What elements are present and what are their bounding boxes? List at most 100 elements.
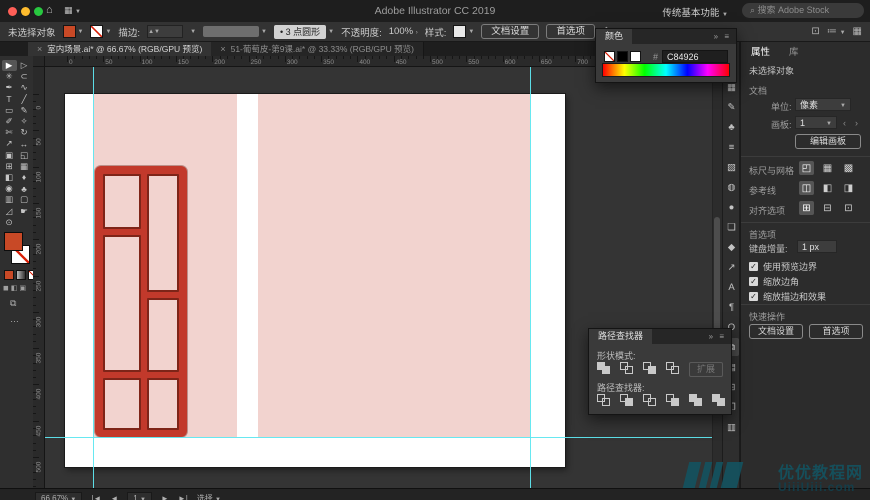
color-panel-header[interactable]: 颜色 » ≡ xyxy=(596,29,736,44)
rulers-option-icon[interactable]: ▦ xyxy=(820,161,835,175)
symbol-sprayer-tool-icon[interactable]: ♣ xyxy=(17,183,32,194)
preference-checkbox[interactable]: ✓ 使用预览边界 xyxy=(749,260,817,273)
color-spectrum-bar[interactable] xyxy=(602,63,730,77)
snap-option-icon[interactable]: ⊟ xyxy=(820,201,835,215)
tab-properties[interactable]: 属性 xyxy=(751,44,770,58)
free-transform-tool-icon[interactable]: ▣ xyxy=(2,150,17,161)
artboard-select[interactable]: 1 ▼ xyxy=(795,116,837,129)
perspective-grid-tool-icon[interactable]: ⊞ xyxy=(2,161,17,172)
zoom-tool-icon[interactable]: ⊙ xyxy=(2,217,17,228)
opacity-value[interactable]: 100% › xyxy=(389,26,418,37)
checkbox-icon[interactable]: ✓ xyxy=(749,292,758,301)
window-pane-shape[interactable] xyxy=(103,235,141,372)
trim-icon[interactable] xyxy=(620,394,635,407)
character-panel-icon[interactable]: A xyxy=(724,278,739,296)
pink-rectangle-shape[interactable] xyxy=(258,94,530,437)
fill-color-control[interactable]: ▼ xyxy=(62,25,83,38)
next-artboard-icon[interactable]: ► xyxy=(161,494,169,500)
outline-icon[interactable] xyxy=(689,394,704,407)
snap-option-icon[interactable]: ⊞ xyxy=(799,201,814,215)
mesh-tool-icon[interactable]: ▦ xyxy=(17,161,32,172)
checkbox-icon[interactable]: ✓ xyxy=(749,277,758,286)
color-panel-controls-icon[interactable]: » ≡ xyxy=(714,29,731,44)
divide-icon[interactable] xyxy=(597,394,612,407)
pencil-tool-icon[interactable]: ✐ xyxy=(2,116,17,127)
style-control[interactable]: ▼ xyxy=(453,25,474,38)
arrange-icon[interactable]: ⊡ xyxy=(811,26,819,37)
color-button[interactable] xyxy=(4,270,14,280)
crop-icon[interactable] xyxy=(666,394,681,407)
stock-search-input[interactable]: ⌕ 搜索 Adobe Stock xyxy=(742,3,864,18)
window-pane-shape[interactable] xyxy=(103,378,141,430)
quick-document-setup-button[interactable]: 文档设置 xyxy=(749,324,803,339)
screen-mode-icon[interactable]: ⧉ xyxy=(10,298,16,309)
edit-artboards-button[interactable]: 编辑画板 xyxy=(795,134,861,149)
rectangle-tool-icon[interactable]: ▭ xyxy=(2,105,17,116)
keyboard-increment-input[interactable]: 1 px xyxy=(797,240,837,253)
eyedropper-tool-icon[interactable]: ♦ xyxy=(17,172,32,183)
grid-icon[interactable]: ▦ xyxy=(853,26,862,37)
canvas[interactable] xyxy=(45,67,722,488)
preference-checkbox[interactable]: ✓ 缩放描边和效果 xyxy=(749,290,826,303)
preference-checkbox[interactable]: ✓ 缩放边角 xyxy=(749,275,799,288)
guides-option-icon[interactable]: ◨ xyxy=(841,181,856,195)
appearance-panel-icon[interactable]: ● xyxy=(724,198,739,216)
vertical-ruler[interactable]: 0 50 100 150 200 250 300 350 400 450 500 xyxy=(33,67,45,488)
guides-option-icon[interactable]: ◫ xyxy=(799,181,814,195)
scrollbar-thumb[interactable] xyxy=(714,217,720,337)
slice-tool-icon[interactable]: ◿ xyxy=(2,205,17,216)
document-setup-button[interactable]: 文档设置 xyxy=(481,24,540,39)
pathfinder-panel-controls-icon[interactable]: » ≡ xyxy=(709,329,726,344)
tab-libraries[interactable]: 库 xyxy=(789,44,799,58)
fill-swatch[interactable] xyxy=(62,25,76,38)
line-segment-tool-icon[interactable]: ╱ xyxy=(17,94,32,105)
exclude-icon[interactable] xyxy=(666,362,681,375)
window-pane-shape[interactable] xyxy=(103,174,141,229)
window-pane-shape[interactable] xyxy=(147,298,179,372)
draw-behind-icon[interactable]: ◧ xyxy=(11,284,18,292)
workspace-icon[interactable]: ≔ ▼ xyxy=(827,26,846,37)
brushes-panel-icon[interactable]: ✎ xyxy=(724,98,739,116)
paragraph-panel-icon[interactable]: ¶ xyxy=(724,298,739,316)
rotate-tool-icon[interactable]: ↻ xyxy=(17,127,32,138)
window-pane-shape[interactable] xyxy=(147,174,179,292)
vertical-scrollbar[interactable] xyxy=(712,67,722,488)
close-tab-icon[interactable]: × xyxy=(220,44,225,54)
info-panel-icon[interactable]: ▥ xyxy=(724,418,739,436)
toolbar-fill-swatch[interactable] xyxy=(4,232,23,251)
type-tool-icon[interactable]: T xyxy=(2,94,17,105)
vertical-guide[interactable] xyxy=(530,67,531,488)
width-profile-control[interactable]: ▼ xyxy=(203,26,267,37)
gradient-button[interactable] xyxy=(16,270,26,280)
none-swatch[interactable] xyxy=(604,51,615,62)
minus-front-icon[interactable] xyxy=(620,362,635,375)
curvature-tool-icon[interactable]: ∿ xyxy=(17,82,32,93)
pathfinder-panel-tab[interactable]: 路径查找器 xyxy=(589,329,653,344)
hand-tool-icon[interactable]: ☛ xyxy=(17,205,32,216)
direct-selection-tool-icon[interactable]: ▷ xyxy=(17,60,32,71)
black-swatch[interactable] xyxy=(617,51,628,62)
unite-icon[interactable] xyxy=(597,362,612,375)
workspace-switcher[interactable]: 传统基本功能 ▼ xyxy=(662,5,728,19)
last-artboard-icon[interactable]: ►| xyxy=(178,494,188,500)
horizontal-guide[interactable] xyxy=(45,437,722,438)
symbols-panel-icon[interactable]: ♣ xyxy=(724,118,739,136)
artboard-next-icon[interactable]: › xyxy=(855,118,858,128)
artboard-tool-icon[interactable]: ▢ xyxy=(17,194,32,205)
stroke-color-control[interactable]: ▼ xyxy=(90,25,111,38)
snap-option-icon[interactable]: ⊡ xyxy=(841,201,856,215)
pen-tool-icon[interactable]: ✒ xyxy=(2,82,17,93)
stroke-weight-dropdown-icon[interactable]: ▼ xyxy=(190,29,196,35)
artboard-navigation[interactable]: 1 ▼ xyxy=(127,492,152,500)
artboard-prev-icon[interactable]: ‹ xyxy=(843,118,846,128)
document-tab-inactive[interactable]: × 51-葡萄皮-第9课.ai* @ 33.33% (RGB/GPU 预览) xyxy=(211,42,424,56)
brush-definition-control[interactable]: • 3 点圆形 ▼ xyxy=(273,24,334,39)
stroke-weight-input[interactable]: ▲▼ xyxy=(147,25,184,38)
ruler-origin-corner[interactable] xyxy=(33,56,45,67)
lasso-tool-icon[interactable]: ⊂ xyxy=(17,71,32,82)
close-tab-icon[interactable]: × xyxy=(37,44,42,54)
window-pane-shape[interactable] xyxy=(147,378,179,430)
merge-icon[interactable] xyxy=(643,394,658,407)
graphic-styles-panel-icon[interactable]: ❏ xyxy=(724,218,739,236)
magic-wand-tool-icon[interactable]: ✳ xyxy=(2,71,17,82)
